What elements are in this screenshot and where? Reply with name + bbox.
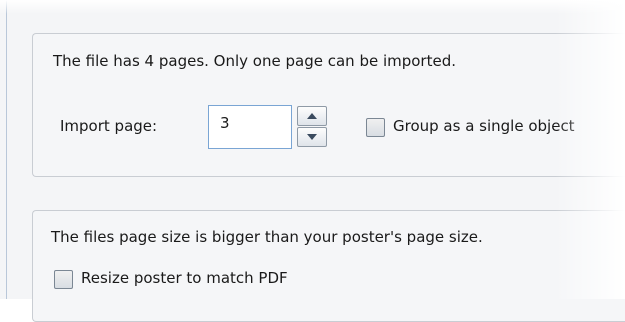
import-page-input[interactable]: 3: [208, 105, 292, 149]
spin-up-button[interactable]: [297, 106, 327, 126]
top-fade-overlay: [0, 0, 625, 14]
import-page-label: Import page:: [60, 117, 158, 135]
resize-poster-checkbox[interactable]: [54, 270, 73, 289]
arrow-up-icon: [307, 113, 317, 119]
page-size-group: [32, 210, 625, 322]
page-count-message: The file has 4 pages. Only one page can …: [53, 52, 457, 70]
spin-down-button[interactable]: [297, 127, 327, 147]
group-object-checkbox[interactable]: [366, 118, 385, 137]
group-object-label: Group as a single object: [393, 117, 575, 135]
dialog-left-border: [6, 0, 7, 299]
pdf-import-dialog: The file has 4 pages. Only one page can …: [0, 0, 625, 322]
arrow-down-icon: [307, 134, 317, 140]
page-size-message: The files page size is bigger than your …: [51, 228, 483, 246]
resize-poster-label: Resize poster to match PDF: [81, 269, 288, 287]
